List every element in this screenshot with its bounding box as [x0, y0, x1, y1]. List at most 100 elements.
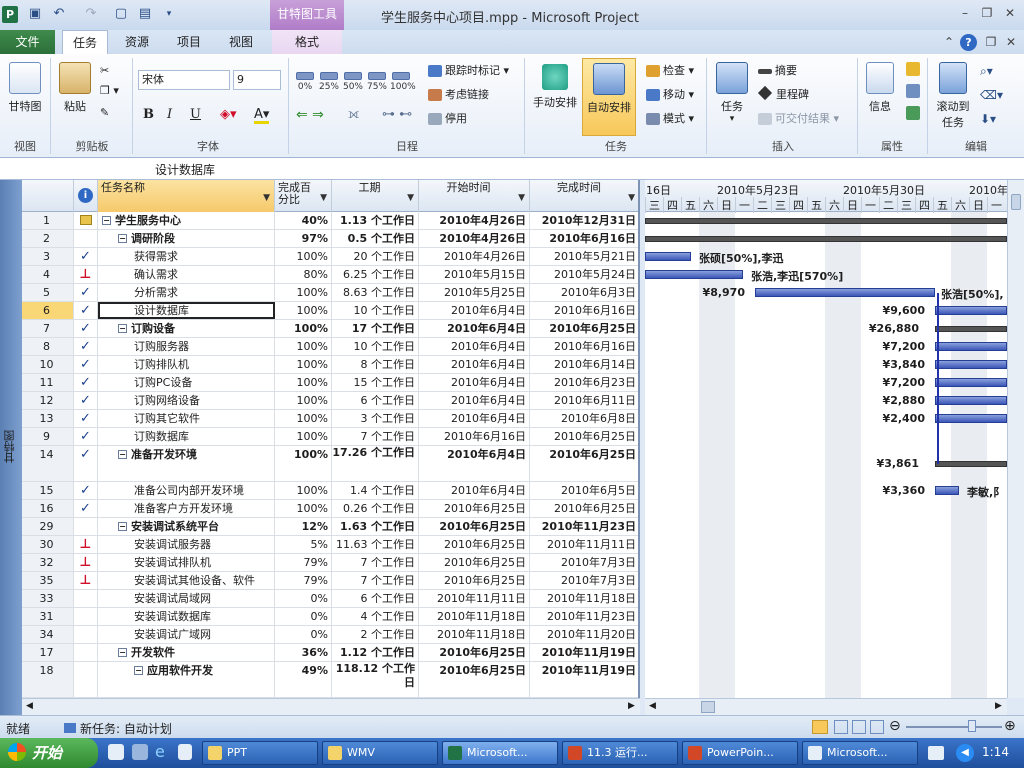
grid-horizontal-scrollbar[interactable]: ◀ ▶ — [22, 698, 640, 715]
duration-cell[interactable]: 17 个工作日 — [332, 320, 419, 337]
row-id[interactable]: 13 — [22, 410, 74, 427]
entry-bar-value[interactable]: 设计数据库 — [155, 161, 215, 178]
finish-cell[interactable]: 2010年6月5日 — [530, 482, 638, 499]
task-name-cell[interactable]: 获得需求 — [98, 248, 275, 265]
collapse-toggle-icon[interactable]: − — [118, 324, 127, 333]
finish-cell[interactable]: 2010年6月16日 — [530, 230, 638, 247]
project-app-icon[interactable]: P — [2, 6, 18, 23]
add-to-timeline-icon[interactable] — [906, 106, 920, 120]
cut-icon[interactable]: ✂ — [100, 62, 109, 80]
row-id[interactable]: 18 — [22, 662, 74, 697]
taskbar-item-project[interactable]: Microsoft... — [442, 741, 558, 765]
quick-launch-icon[interactable] — [132, 744, 148, 760]
font-size-select[interactable]: 9 — [233, 70, 281, 90]
duration-cell[interactable]: 6 个工作日 — [332, 590, 419, 607]
finish-cell[interactable]: 2010年11月19日 — [530, 644, 638, 661]
percent-complete-cell[interactable]: 100% — [275, 248, 332, 265]
indicators-header[interactable]: i — [74, 180, 98, 212]
table-row[interactable]: 15 ✓ 准备公司内部开发环境 100% 1.4 个工作日 2010年6月4日 2010年6… — [22, 482, 638, 500]
task-bar[interactable] — [935, 306, 1007, 315]
collapse-toggle-icon[interactable]: − — [118, 234, 127, 243]
percent-complete-cell[interactable]: 40% — [275, 212, 332, 229]
scroll-to-task-button[interactable]: 滚动到 任务 — [930, 58, 976, 136]
percent-complete-cell[interactable]: 12% — [275, 518, 332, 535]
row-id[interactable]: 32 — [22, 554, 74, 571]
row-id[interactable]: 17 — [22, 644, 74, 661]
start-cell[interactable]: 2010年6月25日 — [419, 518, 530, 535]
percent-complete-cell[interactable]: 100% — [275, 410, 332, 427]
duration-cell[interactable]: 11.63 个工作日 — [332, 536, 419, 553]
task-bar[interactable] — [645, 252, 691, 261]
scroll-thumb[interactable] — [1011, 194, 1021, 210]
task-name-cell[interactable]: 设计数据库 — [98, 302, 275, 319]
vertical-scrollbar[interactable] — [1007, 180, 1024, 698]
scroll-right-icon[interactable]: ▶ — [995, 701, 1002, 711]
start-cell[interactable]: 2010年6月25日 — [419, 572, 530, 589]
finish-cell[interactable]: 2010年7月3日 — [530, 572, 638, 589]
summary-bar[interactable] — [645, 218, 1007, 224]
fill-color-icon[interactable]: ◈▾ — [220, 106, 237, 124]
quick-launch-icon[interactable] — [178, 744, 192, 760]
pct-50-button[interactable]: 50% — [342, 70, 364, 100]
finish-cell[interactable]: 2010年6月25日 — [530, 446, 638, 481]
row-id[interactable]: 29 — [22, 518, 74, 535]
percent-complete-cell[interactable]: 0% — [275, 626, 332, 643]
task-name-cell[interactable]: 安装调试服务器 — [98, 536, 275, 553]
start-cell[interactable]: 2010年6月4日 — [419, 320, 530, 337]
duration-cell[interactable]: 8.63 个工作日 — [332, 284, 419, 301]
zoom-slider[interactable] — [906, 726, 1002, 728]
row-id[interactable]: 3 — [22, 248, 74, 265]
table-row[interactable]: 12 ✓ 订购网络设备 100% 6 个工作日 2010年6月4日 2010年6月11日 — [22, 392, 638, 410]
notes-icon[interactable] — [906, 62, 920, 76]
row-id[interactable]: 12 — [22, 392, 74, 409]
row-id[interactable]: 7 — [22, 320, 74, 337]
table-row[interactable]: 7 ✓ − 订购设备 100% 17 个工作日 2010年6月4日 2010年6月25日 — [22, 320, 638, 338]
row-id[interactable]: 30 — [22, 536, 74, 553]
task-name-cell[interactable]: − 开发软件 — [98, 644, 275, 661]
start-cell[interactable]: 2010年6月4日 — [419, 392, 530, 409]
duration-cell[interactable]: 1.63 个工作日 — [332, 518, 419, 535]
start-cell[interactable]: 2010年6月4日 — [419, 446, 530, 481]
scroll-left-icon[interactable]: ◀ — [26, 701, 33, 711]
duration-cell[interactable]: 15 个工作日 — [332, 374, 419, 391]
task-bar[interactable] — [935, 342, 1007, 351]
tab-task[interactable]: 任务 — [62, 30, 108, 54]
percent-complete-cell[interactable]: 0% — [275, 608, 332, 625]
percent-complete-cell[interactable]: 79% — [275, 572, 332, 589]
task-name-cell[interactable]: 订购数据库 — [98, 428, 275, 445]
percent-complete-cell[interactable]: 100% — [275, 482, 332, 499]
task-name-cell[interactable]: − 安装调试系统平台 — [98, 518, 275, 535]
row-id[interactable]: 6 — [22, 302, 74, 319]
duration-cell[interactable]: 1.12 个工作日 — [332, 644, 419, 661]
duration-cell[interactable]: 7 个工作日 — [332, 428, 419, 445]
task-name-cell[interactable]: 安装调试局域网 — [98, 590, 275, 607]
qat-customize-icon[interactable]: ▾ — [160, 5, 178, 23]
start-cell[interactable]: 2010年6月25日 — [419, 644, 530, 661]
percent-complete-cell[interactable]: 100% — [275, 356, 332, 373]
save-icon[interactable]: ▣ — [26, 5, 44, 23]
start-cell[interactable]: 2010年6月16日 — [419, 428, 530, 445]
open-folder-icon[interactable]: ▤ — [136, 5, 154, 23]
taskbar-item-wmv-folder[interactable]: WMV — [322, 741, 438, 765]
close-icon[interactable]: ✕ — [1001, 6, 1019, 22]
task-bar[interactable] — [755, 288, 935, 297]
pct-100-button[interactable]: 100% — [390, 70, 416, 100]
duration-cell[interactable]: 10 个工作日 — [332, 302, 419, 319]
table-row[interactable]: 3 ✓ 获得需求 100% 20 个工作日 2010年4月26日 2010年5月21日 — [22, 248, 638, 266]
row-id[interactable]: 33 — [22, 590, 74, 607]
table-row[interactable]: 10 ✓ 订购排队机 100% 8 个工作日 2010年6月4日 2010年6月14日 — [22, 356, 638, 374]
table-row[interactable]: 29− 安装调试系统平台 12% 1.63 个工作日 2010年6月25日 2010年11… — [22, 518, 638, 536]
finish-cell[interactable]: 2010年6月3日 — [530, 284, 638, 301]
start-cell[interactable]: 2010年6月4日 — [419, 338, 530, 355]
finish-cell[interactable]: 2010年6月8日 — [530, 410, 638, 427]
percent-complete-cell[interactable]: 5% — [275, 536, 332, 553]
respect-links-button[interactable]: 考虑链接 — [428, 86, 489, 104]
doc-close-icon[interactable]: ✕ — [1002, 35, 1020, 51]
table-row[interactable]: 16 ✓ 准备客户方开发环境 100% 0.26 个工作日 2010年6月25日 2010年… — [22, 500, 638, 518]
minimize-icon[interactable]: – — [956, 6, 974, 22]
restore-icon[interactable]: ❐ — [978, 6, 996, 22]
row-id[interactable]: 35 — [22, 572, 74, 589]
row-id[interactable]: 16 — [22, 500, 74, 517]
duration-cell[interactable]: 0.26 个工作日 — [332, 500, 419, 517]
duration-cell[interactable]: 20 个工作日 — [332, 248, 419, 265]
